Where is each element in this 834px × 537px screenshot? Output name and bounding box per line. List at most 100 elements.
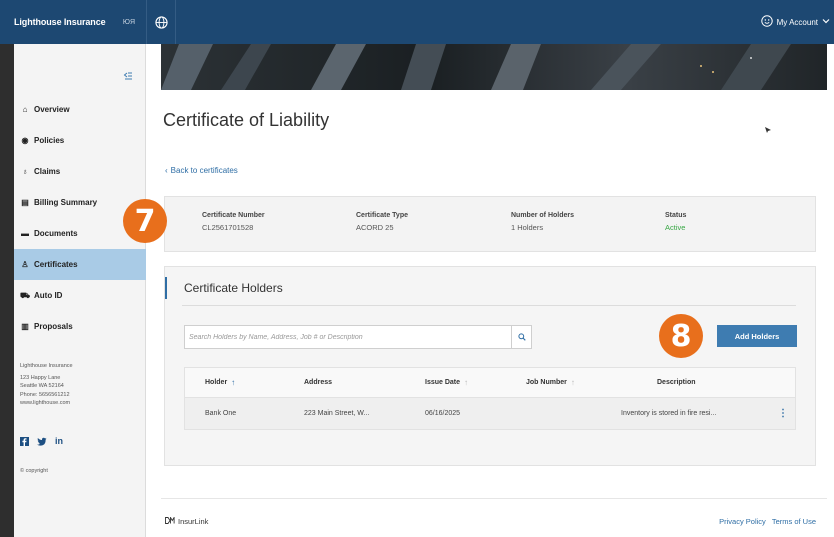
sidebar-item-proposals[interactable]: ▥ Proposals bbox=[14, 311, 146, 342]
user-icon bbox=[760, 15, 773, 29]
number-of-holders-label: Number of Holders bbox=[511, 212, 575, 219]
back-to-certificates-link[interactable]: ‹ Back to certificates bbox=[165, 166, 238, 175]
footer-logo-text: InsurLink bbox=[178, 517, 209, 526]
column-label-job-number: Job Number bbox=[526, 379, 567, 386]
sidebar-item-policies[interactable]: ◉ Policies bbox=[14, 125, 146, 156]
brand-name[interactable]: Lighthouse Insurance bbox=[0, 17, 112, 27]
certificate-holders-panel: Certificate Holders Add Holders Holder ↑… bbox=[164, 266, 816, 466]
table-header: Holder ↑ Address Issue Date ↑ Job Number… bbox=[184, 367, 796, 398]
sort-icon: ↑ bbox=[464, 378, 469, 387]
certificate-holders-title: Certificate Holders bbox=[184, 281, 283, 295]
my-account-menu[interactable]: My Account bbox=[760, 15, 834, 29]
column-header-job-number[interactable]: Job Number ↑ bbox=[526, 368, 575, 397]
column-header-description: Description bbox=[657, 368, 696, 397]
sidebar-item-certificates[interactable]: ♙ Certificates bbox=[14, 249, 146, 280]
globe-icon[interactable] bbox=[146, 0, 176, 44]
insurlink-logo-icon bbox=[165, 515, 175, 526]
certificate-number-value: CL2561701528 bbox=[202, 223, 254, 232]
column-header-holder[interactable]: Holder ↑ bbox=[205, 368, 235, 397]
column-header-issue-date[interactable]: Issue Date ↑ bbox=[425, 368, 468, 397]
my-account-label: My Account bbox=[776, 17, 818, 27]
sidebar-item-label: Billing Summary bbox=[34, 198, 98, 207]
company-phone: Phone: 5656561212 bbox=[20, 391, 70, 398]
status-badge: Active bbox=[665, 223, 686, 232]
sidebar-item-auto-id[interactable]: ⛟ Auto ID bbox=[14, 280, 146, 311]
certificate-icon: ♙ bbox=[21, 260, 29, 269]
status-label: Status bbox=[665, 212, 687, 219]
cursor-icon bbox=[764, 126, 772, 136]
billing-icon: ▤ bbox=[21, 198, 29, 207]
twitter-icon[interactable] bbox=[37, 437, 47, 448]
divider bbox=[182, 305, 796, 306]
sort-asc-icon: ↑ bbox=[231, 378, 236, 387]
sidebar-item-label: Auto ID bbox=[34, 291, 63, 300]
column-label-description: Description bbox=[657, 379, 696, 386]
holders-table: Holder ↑ Address Issue Date ↑ Job Number… bbox=[184, 367, 796, 430]
holder-search-input[interactable] bbox=[185, 326, 511, 348]
claims-icon: ♁ bbox=[22, 167, 28, 176]
certificate-number: Certificate Number CL2561701528 bbox=[202, 212, 265, 232]
description-cell: Inventory is stored in fire resi... bbox=[621, 410, 717, 417]
sidebar-item-label: Policies bbox=[34, 136, 65, 145]
main-content: Certificate of Liability ‹ Back to certif… bbox=[146, 44, 834, 537]
row-actions-icon[interactable]: ⋮ bbox=[778, 398, 788, 429]
column-label-issue-date: Issue Date bbox=[425, 379, 461, 386]
add-holders-button[interactable]: Add Holders bbox=[717, 325, 797, 347]
certificate-type-label: Certificate Type bbox=[356, 212, 408, 219]
holder-cell: Bank One bbox=[205, 410, 237, 417]
social-links: in bbox=[20, 437, 63, 448]
footer-divider bbox=[161, 498, 827, 499]
dimmed-edge bbox=[0, 44, 14, 537]
back-link-label: Back to certificates bbox=[170, 166, 238, 175]
search-button[interactable] bbox=[511, 326, 531, 348]
footer-links: Privacy Policy Terms of Use bbox=[719, 517, 816, 526]
section-accent-bar bbox=[165, 277, 167, 299]
copyright-text: © copyright bbox=[20, 468, 48, 474]
page-title: Certificate of Liability bbox=[163, 110, 330, 130]
linkedin-icon[interactable]: in bbox=[55, 437, 63, 448]
table-row[interactable]: Bank One 223 Main Street, W... 06/16/202… bbox=[184, 398, 796, 430]
certificate-number-label: Certificate Number bbox=[202, 212, 265, 219]
step-marker-7: 7 bbox=[123, 199, 167, 243]
car-icon: ⛟ bbox=[19, 290, 31, 300]
privacy-policy-link[interactable]: Privacy Policy bbox=[719, 517, 766, 526]
number-of-holders-value: 1 Holders bbox=[511, 223, 544, 232]
shield-icon: ◉ bbox=[21, 136, 29, 145]
banner-image bbox=[161, 44, 827, 90]
chevron-down-icon bbox=[822, 17, 830, 27]
search-icon bbox=[517, 328, 526, 346]
sidebar: ⌂ Overview ◉ Policies ♁ Claims ▤ Billing Summar… bbox=[14, 44, 146, 537]
terms-of-use-link[interactable]: Terms of Use bbox=[772, 517, 816, 526]
footer-logo: InsurLink bbox=[165, 515, 209, 526]
collapse-sidebar-icon[interactable] bbox=[123, 68, 133, 80]
sidebar-item-claims[interactable]: ♁ Claims bbox=[14, 156, 146, 187]
sort-icon: ↑ bbox=[570, 378, 575, 387]
column-label-address: Address bbox=[304, 379, 333, 386]
sidebar-item-overview[interactable]: ⌂ Overview bbox=[14, 94, 146, 125]
sidebar-item-label: Claims bbox=[34, 167, 61, 176]
address-cell: 223 Main Street, W... bbox=[304, 410, 370, 417]
proposals-icon: ▥ bbox=[21, 322, 29, 331]
folder-icon: ▬ bbox=[21, 229, 29, 238]
certificate-summary: Certificate Number CL2561701528 Certific… bbox=[164, 196, 816, 252]
brand-code: ЮЯ bbox=[122, 18, 136, 26]
issue-date-cell: 06/16/2025 bbox=[425, 410, 461, 417]
facebook-icon[interactable] bbox=[20, 437, 29, 448]
sidebar-item-label: Overview bbox=[34, 105, 70, 114]
sidebar-item-label: Certificates bbox=[34, 260, 78, 269]
number-of-holders: Number of Holders 1 Holders bbox=[511, 212, 574, 232]
step-marker-8: 8 bbox=[659, 314, 703, 358]
sidebar-item-label: Documents bbox=[34, 229, 78, 238]
column-header-address: Address bbox=[304, 368, 332, 397]
chevron-left-icon: ‹ bbox=[165, 166, 168, 175]
home-icon: ⌂ bbox=[22, 105, 28, 114]
column-label-holder: Holder bbox=[205, 379, 228, 386]
company-name: Lighthouse Insurance bbox=[20, 363, 73, 369]
company-website[interactable]: www.lighthouse.com bbox=[20, 399, 73, 408]
top-bar: Lighthouse Insurance ЮЯ My Account bbox=[0, 0, 834, 44]
company-address-line2: Seattle WA 52164 bbox=[20, 383, 64, 389]
company-address-line1: 123 Happy Lane bbox=[20, 374, 61, 381]
sidebar-item-label: Proposals bbox=[34, 322, 73, 331]
status: Status Active bbox=[665, 212, 686, 232]
certificate-type-value: ACORD 25 bbox=[356, 223, 394, 232]
